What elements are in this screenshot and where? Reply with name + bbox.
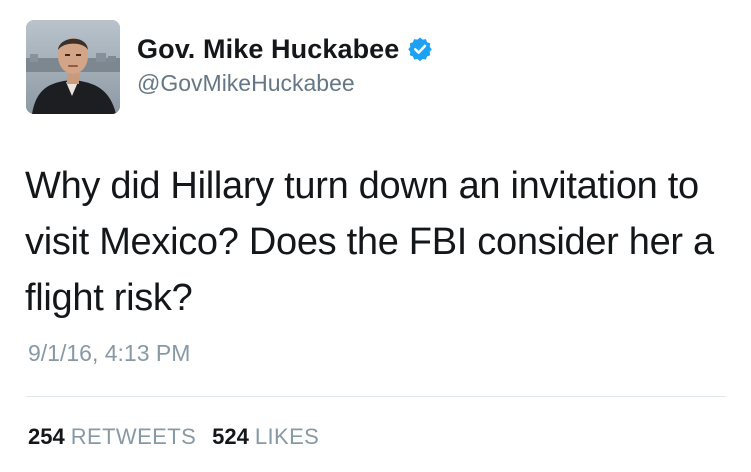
name-row: Gov. Mike Huckabee xyxy=(137,33,433,65)
likes-stat[interactable]: 524 LIKES xyxy=(212,424,319,450)
tweet-text: Why did Hillary turn down an invitation … xyxy=(25,165,714,319)
likes-label: LIKES xyxy=(254,424,320,449)
likes-count: 524 xyxy=(212,424,249,449)
tweet-timestamp[interactable]: 9/1/16, 4:13 PM xyxy=(28,340,190,367)
user-handle[interactable]: @GovMikeHuckabee xyxy=(137,70,355,97)
display-name[interactable]: Gov. Mike Huckabee xyxy=(137,34,399,65)
retweets-stat[interactable]: 254 RETWEETS xyxy=(28,424,196,450)
retweets-count: 254 xyxy=(28,424,65,449)
avatar[interactable] xyxy=(26,20,120,114)
profile-photo xyxy=(26,20,120,114)
retweets-label: RETWEETS xyxy=(70,424,197,449)
divider xyxy=(26,396,726,397)
tweet-card: Gov. Mike Huckabee @GovMikeHuckabee Why … xyxy=(0,0,751,472)
verified-badge-icon xyxy=(407,36,433,62)
engagement-stats: 254 RETWEETS 524 LIKES xyxy=(28,424,319,450)
